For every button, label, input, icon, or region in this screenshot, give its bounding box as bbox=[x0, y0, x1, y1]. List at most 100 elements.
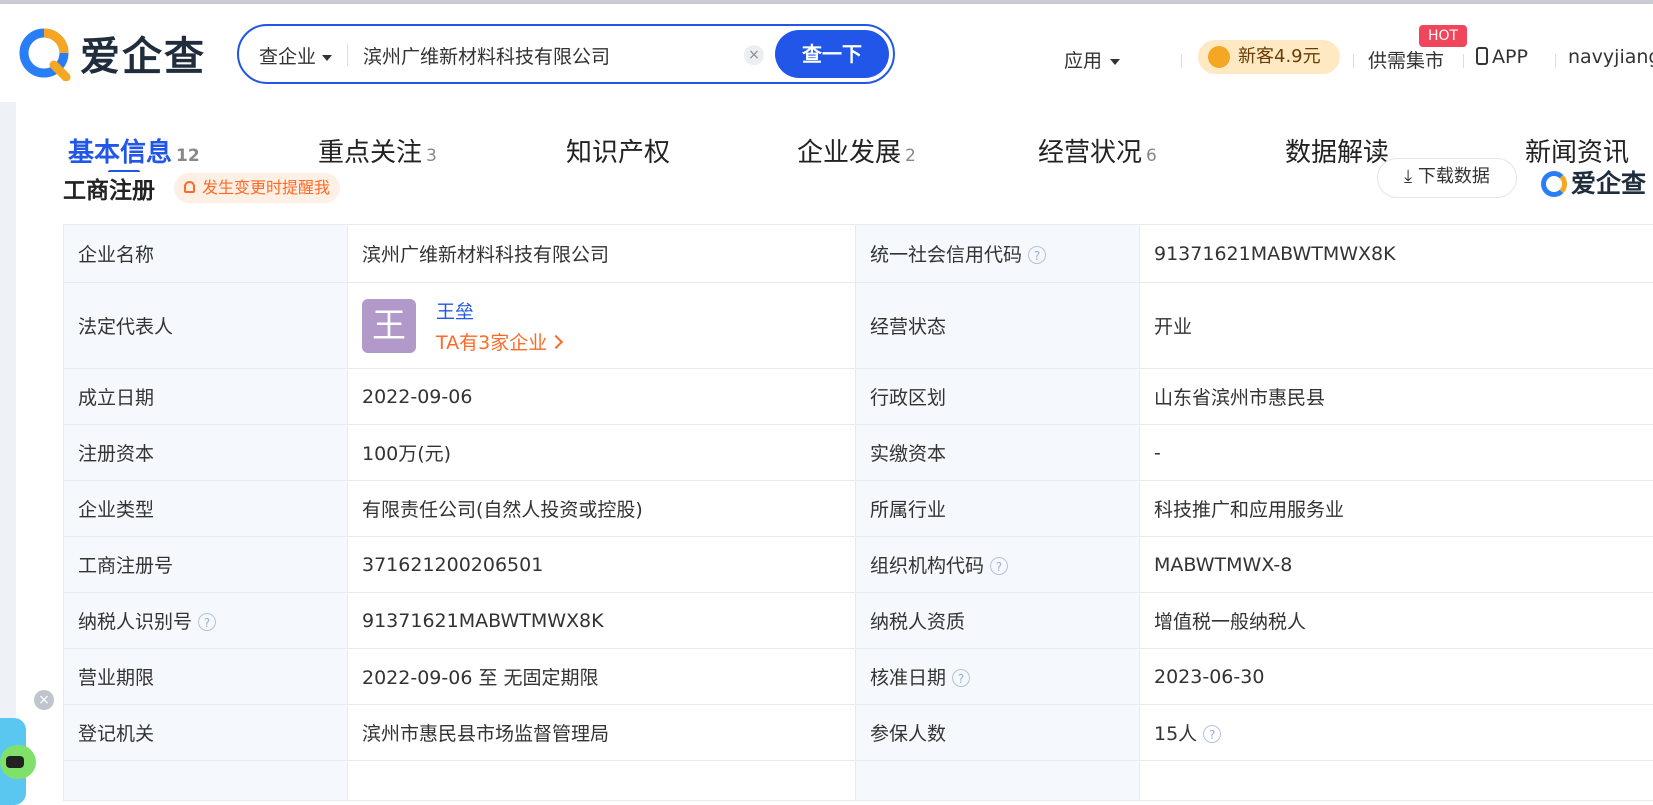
legal-rep-name-link[interactable]: 王垒 bbox=[436, 297, 561, 324]
field-label: 统一社会信用代码? bbox=[855, 224, 1140, 283]
tab-development[interactable]: 企业发展 2 bbox=[797, 132, 916, 169]
field-label: 登记机关 bbox=[63, 704, 348, 761]
taxpayer-qualification: 增值税一般纳税人 bbox=[1154, 611, 1307, 633]
help-icon[interactable]: ? bbox=[1028, 246, 1047, 264]
label-text: 注册资本 bbox=[78, 443, 155, 465]
field-value: 增值税一般纳税人 bbox=[1139, 592, 1653, 649]
approval-date: 2023-06-30 bbox=[1154, 665, 1265, 688]
help-icon[interactable]: ? bbox=[952, 669, 971, 687]
insured-count: 15人 bbox=[1154, 723, 1198, 745]
field-value: 滨州广维新材料科技有限公司 bbox=[347, 224, 856, 283]
taxpayer-id: 91371621MABWTMWX8K bbox=[362, 609, 604, 632]
label-text: 实缴资本 bbox=[870, 443, 947, 465]
vip-offer-label: 新客4.9元 bbox=[1238, 46, 1321, 67]
change-reminder-button[interactable]: 发生变更时提醒我 bbox=[174, 173, 341, 203]
business-registration-section: 工商注册 发生变更时提醒我 ⤓ 下载数据 爱企查 企业名称 滨州广维新材料科技有… bbox=[16, 158, 1653, 805]
registration-authority: 滨州市惠民县市场监督管理局 bbox=[362, 723, 610, 745]
field-value: 2022-09-06 至 无固定期限 bbox=[347, 648, 856, 705]
registered-capital: 100万(元) bbox=[362, 443, 452, 465]
field-value: 2023-06-30 bbox=[1139, 648, 1653, 705]
region: 山东省滨州市惠民县 bbox=[1154, 387, 1326, 409]
close-icon[interactable]: × bbox=[34, 690, 54, 710]
tab-label: 数据解读 bbox=[1285, 138, 1390, 168]
vip-offer-button[interactable]: 新客4.9元 bbox=[1198, 40, 1340, 74]
tab-count: 12 bbox=[176, 146, 200, 166]
field-value: 山东省滨州市惠民县 bbox=[1139, 368, 1653, 425]
field-value: 滨州市惠民县市场监督管理局 bbox=[347, 704, 856, 761]
field-label: 组织机构代码? bbox=[855, 536, 1140, 593]
download-icon: ⤓ bbox=[1404, 166, 1413, 187]
tab-ip[interactable]: 知识产权 bbox=[566, 132, 670, 169]
table-row: 企业名称 滨州广维新材料科技有限公司 统一社会信用代码? 91371621MAB… bbox=[63, 224, 1653, 283]
phone-icon bbox=[1476, 47, 1488, 65]
field-label: 实缴资本 bbox=[855, 424, 1140, 481]
field-value bbox=[347, 760, 856, 801]
assistant-bot-icon[interactable] bbox=[0, 745, 36, 779]
bot-face-icon bbox=[6, 756, 24, 768]
label-text: 企业名称 bbox=[78, 244, 155, 266]
apps-menu[interactable]: 应用 bbox=[1064, 46, 1121, 73]
search-type-label: 查企业 bbox=[259, 46, 317, 68]
label-text: 纳税人资质 bbox=[870, 611, 966, 633]
label-text: 纳税人识别号 bbox=[78, 611, 193, 633]
site-logo[interactable]: 爱企查 bbox=[16, 24, 206, 82]
apps-menu-label: 应用 bbox=[1064, 50, 1103, 72]
field-label: 参保人数 bbox=[855, 704, 1140, 761]
tab-operations[interactable]: 经营状况 6 bbox=[1038, 132, 1157, 169]
tab-label: 知识产权 bbox=[566, 138, 671, 168]
nav-divider bbox=[1353, 54, 1354, 68]
field-value: 91371621MABWTMWX8K bbox=[1139, 224, 1653, 283]
section-title: 工商注册 bbox=[63, 178, 155, 204]
companies-link-label: TA有3家企业 bbox=[436, 331, 548, 354]
supply-market-link[interactable]: 供需集市 bbox=[1368, 46, 1444, 73]
field-label: 所属行业 bbox=[855, 480, 1140, 537]
search-bar: 查企业 × 查一下 bbox=[237, 24, 965, 84]
site-header: 爱企查 查企业 × 查一下 应用 新客4.9元 供需集市 HOT APP nav… bbox=[0, 4, 1653, 102]
reminder-label: 发生变更时提醒我 bbox=[202, 178, 331, 197]
label-text: 核准日期 bbox=[870, 667, 947, 689]
tab-key-focus[interactable]: 重点关注 3 bbox=[318, 132, 437, 169]
field-label: 核准日期? bbox=[855, 648, 1140, 705]
search-button[interactable]: 查一下 bbox=[775, 30, 889, 78]
operating-status: 开业 bbox=[1154, 316, 1193, 338]
field-label: 营业期限 bbox=[63, 648, 348, 705]
search-divider bbox=[347, 44, 348, 66]
established-date: 2022-09-06 bbox=[362, 385, 473, 408]
chevron-right-icon bbox=[549, 334, 564, 349]
field-value: 开业 bbox=[1139, 282, 1653, 369]
label-text: 统一社会信用代码 bbox=[870, 244, 1023, 266]
label-text: 所属行业 bbox=[870, 499, 947, 521]
download-data-button[interactable]: ⤓ 下载数据 bbox=[1377, 158, 1517, 198]
field-value: 科技推广和应用服务业 bbox=[1139, 480, 1653, 537]
clear-icon[interactable]: × bbox=[744, 45, 764, 65]
tab-basic-info[interactable]: 基本信息 12 bbox=[68, 132, 200, 169]
paid-in-capital: - bbox=[1154, 441, 1161, 464]
field-value: - bbox=[1139, 424, 1653, 481]
user-menu[interactable]: navyjiang bbox=[1568, 46, 1653, 68]
logo-text: 爱企查 bbox=[80, 34, 206, 80]
field-label: 法定代表人 bbox=[63, 282, 348, 369]
label-text: 法定代表人 bbox=[78, 316, 174, 338]
tab-count: 3 bbox=[426, 146, 437, 166]
help-icon[interactable]: ? bbox=[990, 557, 1009, 575]
field-label bbox=[63, 760, 348, 801]
download-label: 下载数据 bbox=[1417, 166, 1490, 187]
legal-rep-companies-link[interactable]: TA有3家企业 bbox=[436, 328, 564, 355]
tab-data-insight[interactable]: 数据解读 bbox=[1285, 132, 1389, 169]
field-value: 91371621MABWTMWX8K bbox=[347, 592, 856, 649]
help-icon[interactable]: ? bbox=[198, 613, 217, 631]
label-text: 经营状态 bbox=[870, 316, 947, 338]
field-label: 注册资本 bbox=[63, 424, 348, 481]
label-text: 工商注册号 bbox=[78, 555, 174, 577]
app-download-link[interactable]: APP bbox=[1476, 46, 1528, 68]
field-label: 行政区划 bbox=[855, 368, 1140, 425]
label-text: 参保人数 bbox=[870, 723, 947, 745]
table-row: 法定代表人 王 王垒 TA有3家企业 经营状态 开业 bbox=[63, 282, 1653, 369]
field-label bbox=[855, 760, 1140, 801]
legal-rep-info: 王垒 TA有3家企业 bbox=[436, 297, 564, 355]
field-value bbox=[1139, 760, 1653, 801]
organization-code: MABWTMWX-8 bbox=[1154, 553, 1293, 576]
help-icon[interactable]: ? bbox=[1203, 725, 1222, 743]
table-row: 登记机关 滨州市惠民县市场监督管理局 参保人数 15人? bbox=[63, 704, 1653, 761]
search-type-select[interactable]: 查企业 bbox=[259, 42, 333, 69]
